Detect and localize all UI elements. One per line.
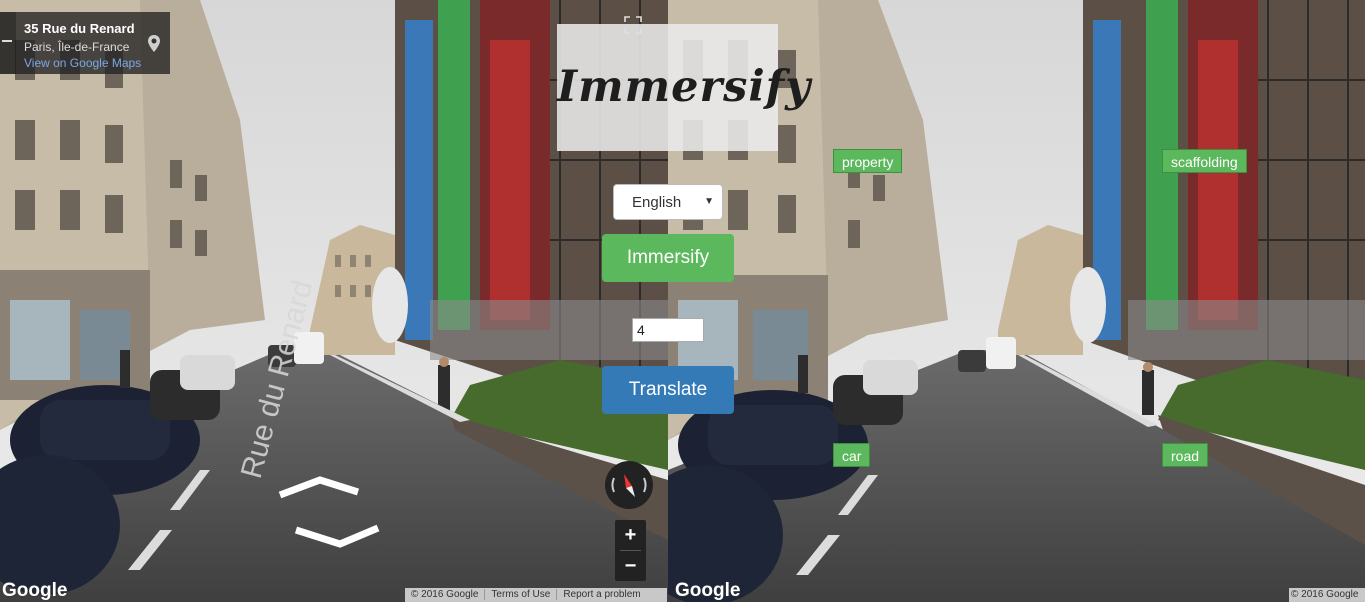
word-label-scaffolding[interactable]: scaffolding (1162, 149, 1247, 173)
copyright-text: © 2016 Google (1291, 589, 1359, 600)
zoom-control: + − (615, 520, 646, 581)
fullscreen-icon[interactable] (622, 14, 644, 36)
chevron-down-icon: ▼ (704, 196, 714, 207)
zoom-out-button[interactable]: − (615, 551, 646, 581)
report-problem-link[interactable]: Report a problem (557, 589, 646, 600)
language-select-value: English (632, 194, 682, 211)
address-card: 35 Rue du Renard Paris, Île-de-France Vi… (0, 12, 170, 74)
app-logo: Immersify (557, 62, 812, 112)
address-subtitle: Paris, Île-de-France (24, 40, 130, 54)
google-logo: Google (675, 580, 741, 601)
app-logo-box: Immersify (557, 24, 812, 151)
back-button[interactable] (0, 12, 16, 74)
zoom-in-button[interactable]: + (615, 520, 646, 550)
map-footer: © 2016 Google (1289, 588, 1365, 602)
map-pin-icon[interactable] (140, 30, 168, 58)
translate-button[interactable]: Translate (602, 366, 734, 414)
word-count-input[interactable] (632, 318, 704, 342)
word-label-car[interactable]: car (833, 443, 871, 467)
compass-icon[interactable] (604, 460, 654, 510)
word-label-property[interactable]: property (833, 149, 903, 173)
google-logo: Google (2, 580, 68, 601)
view-on-google-maps-link[interactable]: View on Google Maps (24, 56, 141, 70)
copyright-text: © 2016 Google (405, 589, 486, 600)
map-footer: © 2016 Google Terms of Use Report a proble… (405, 588, 667, 602)
immersify-button[interactable]: Immersify (602, 234, 734, 282)
address-title: 35 Rue du Renard (24, 21, 135, 36)
word-label-road[interactable]: road (1162, 443, 1209, 467)
terms-of-use-link[interactable]: Terms of Use (485, 589, 558, 600)
language-select[interactable]: English ▼ (613, 184, 723, 220)
